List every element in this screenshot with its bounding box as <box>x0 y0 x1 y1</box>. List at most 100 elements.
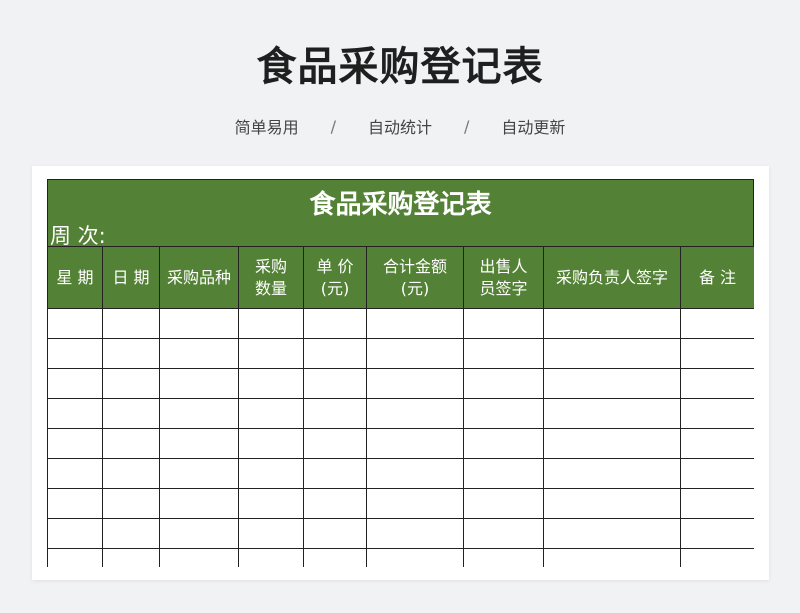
table-cell[interactable] <box>543 518 681 549</box>
table-cell[interactable] <box>543 428 681 459</box>
table-cell[interactable] <box>159 458 239 489</box>
table-cell[interactable] <box>303 398 367 429</box>
table-cell[interactable] <box>366 308 464 339</box>
column-header: 采购 数量 <box>238 246 304 309</box>
tag-separator: / <box>330 116 336 136</box>
table-cell[interactable] <box>303 518 367 549</box>
table-cell[interactable] <box>463 398 544 429</box>
table-cell[interactable] <box>680 308 754 339</box>
table-cell[interactable] <box>543 398 681 429</box>
table-cell[interactable] <box>47 338 103 369</box>
table-cell[interactable] <box>680 518 754 549</box>
table-cell[interactable] <box>159 518 239 549</box>
table-cell[interactable] <box>463 428 544 459</box>
table-cell[interactable] <box>159 428 239 459</box>
table-cell[interactable] <box>238 338 304 369</box>
table-cell[interactable] <box>102 518 160 549</box>
table-cell[interactable] <box>238 368 304 399</box>
table-cell[interactable] <box>159 368 239 399</box>
table-cell[interactable] <box>303 308 367 339</box>
table-cell[interactable] <box>680 488 754 519</box>
table-cell[interactable] <box>159 488 239 519</box>
table-row <box>47 398 754 429</box>
table-cell[interactable] <box>366 458 464 489</box>
column-header-label: 合计金额 <box>382 256 447 276</box>
column-header: 采购品种 <box>159 246 239 309</box>
table-row <box>47 338 754 369</box>
table-cell[interactable] <box>47 368 103 399</box>
table-cell[interactable] <box>366 488 464 519</box>
table-cell[interactable] <box>47 308 103 339</box>
table-cell[interactable] <box>102 488 160 519</box>
table-cell[interactable] <box>543 488 681 519</box>
column-header: 备 注 <box>680 246 754 309</box>
table-cell[interactable] <box>47 548 103 567</box>
table-cell[interactable] <box>159 338 239 369</box>
table-cell[interactable] <box>159 548 239 567</box>
table-cell[interactable] <box>47 488 103 519</box>
table-cell[interactable] <box>680 428 754 459</box>
table-cell[interactable] <box>159 398 239 429</box>
column-header-label: 备 注 <box>698 267 737 287</box>
table-cell[interactable] <box>102 368 160 399</box>
table-cell[interactable] <box>47 518 103 549</box>
table-cell[interactable] <box>366 518 464 549</box>
table-cell[interactable] <box>238 428 304 459</box>
table-cell[interactable] <box>238 518 304 549</box>
column-header: 采购负责人签字 <box>543 246 681 309</box>
table-cell[interactable] <box>159 308 239 339</box>
table-cell[interactable] <box>303 488 367 519</box>
table-cell[interactable] <box>47 458 103 489</box>
table-cell[interactable] <box>366 338 464 369</box>
column-header-label: 采购 <box>254 256 287 276</box>
table-cell[interactable] <box>238 488 304 519</box>
table-cell[interactable] <box>543 338 681 369</box>
table-row <box>47 548 754 567</box>
table-cell[interactable] <box>47 398 103 429</box>
table-cell[interactable] <box>303 548 367 567</box>
table-cell[interactable] <box>102 398 160 429</box>
table-cell[interactable] <box>238 458 304 489</box>
table-cell[interactable] <box>463 518 544 549</box>
table-cell[interactable] <box>102 548 160 567</box>
table-cell[interactable] <box>238 548 304 567</box>
column-header: 出售人 员签字 <box>463 246 544 309</box>
table-cell[interactable] <box>102 428 160 459</box>
table-cell[interactable] <box>463 458 544 489</box>
table-cell[interactable] <box>102 338 160 369</box>
column-header-label: 采购品种 <box>166 267 231 287</box>
table-cell[interactable] <box>102 308 160 339</box>
table-cell[interactable] <box>543 458 681 489</box>
table-cell[interactable] <box>303 458 367 489</box>
column-header-label: 采购负责人签字 <box>555 267 668 287</box>
table-cell[interactable] <box>463 488 544 519</box>
table-cell[interactable] <box>366 428 464 459</box>
column-header-label: 星 期 <box>56 267 94 287</box>
table-row <box>47 518 754 549</box>
table-cell[interactable] <box>366 368 464 399</box>
table-cell[interactable] <box>303 338 367 369</box>
table-cell[interactable] <box>366 398 464 429</box>
column-header-label-line2: 员签字 <box>479 278 528 298</box>
table-cell[interactable] <box>680 368 754 399</box>
table-cell[interactable] <box>543 548 681 567</box>
table-cell[interactable] <box>47 428 103 459</box>
table-cell[interactable] <box>680 548 754 567</box>
table-cell[interactable] <box>303 368 367 399</box>
table-cell[interactable] <box>680 458 754 489</box>
table-cell[interactable] <box>680 338 754 369</box>
table-cell[interactable] <box>238 398 304 429</box>
table-row <box>47 428 754 459</box>
table-cell[interactable] <box>463 368 544 399</box>
column-header-label: 出售人 <box>479 256 528 276</box>
table-cell[interactable] <box>238 308 304 339</box>
table-cell[interactable] <box>366 548 464 567</box>
table-cell[interactable] <box>463 548 544 567</box>
table-cell[interactable] <box>463 338 544 369</box>
table-cell[interactable] <box>463 308 544 339</box>
table-cell[interactable] <box>680 398 754 429</box>
table-cell[interactable] <box>543 308 681 339</box>
table-cell[interactable] <box>543 368 681 399</box>
table-cell[interactable] <box>303 428 367 459</box>
table-cell[interactable] <box>102 458 160 489</box>
